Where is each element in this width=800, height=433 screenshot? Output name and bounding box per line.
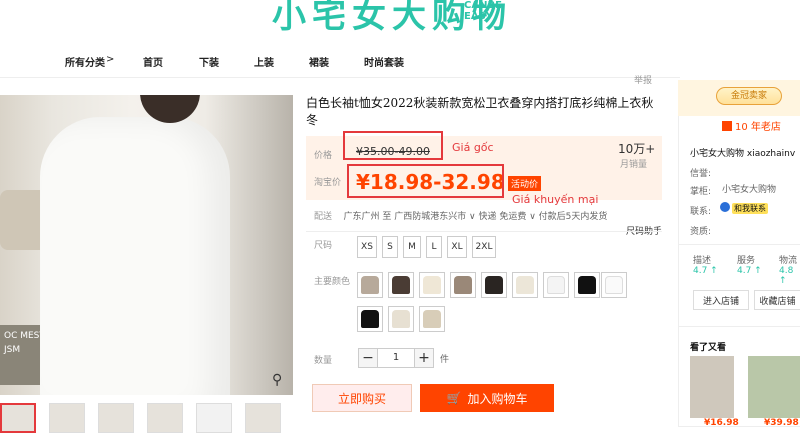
monthly-sales-label: 月销量 <box>620 160 648 170</box>
size-option[interactable]: M <box>403 236 421 258</box>
promo-price-label: 淘宝价 <box>314 178 342 188</box>
color-swatch[interactable] <box>419 306 445 332</box>
size-option[interactable]: XL <box>447 236 467 258</box>
seller-label: 掌柜: <box>690 187 712 197</box>
recommended-item-image[interactable] <box>748 356 800 418</box>
credit-label: 信誉: <box>690 169 712 179</box>
annotation-box-promo <box>347 164 504 198</box>
report-link[interactable]: 举报 <box>634 73 652 86</box>
annotation-box-original <box>343 131 443 160</box>
shop-age: 10 年老店 <box>722 118 781 133</box>
seen-also-title: 看了又看 <box>690 343 727 353</box>
chat-icon <box>720 202 730 212</box>
color-swatch[interactable] <box>357 306 383 332</box>
divider <box>306 231 662 232</box>
add-to-cart-button[interactable]: 🛒 加入购物车 <box>420 384 554 412</box>
size-label: 尺码 <box>314 241 333 251</box>
score-value: 4.8 ↑ <box>779 266 794 286</box>
score-label: 服务 <box>737 256 756 266</box>
chevron-right-icon: > <box>106 54 115 65</box>
nav-tops[interactable]: 上装 <box>254 54 274 69</box>
thumbnail[interactable] <box>245 403 281 433</box>
nav-fashion-sets[interactable]: 时尚套装 <box>364 54 404 69</box>
zoom-icon[interactable]: ⚲ <box>272 372 288 388</box>
quantity-unit: 件 <box>440 355 450 365</box>
product-main-image[interactable]: OC MEST JSM <box>0 95 293 395</box>
price-label: 价格 <box>314 151 333 161</box>
color-swatch[interactable] <box>543 272 569 298</box>
main-nav: 所有分类 > 首页 下装 上装 裙装 时尚套装 <box>0 46 800 74</box>
color-swatch[interactable] <box>419 272 445 298</box>
divider <box>678 326 800 327</box>
color-swatch[interactable] <box>388 272 414 298</box>
color-swatch[interactable] <box>512 272 538 298</box>
score-value: 4.7 ↑ <box>737 266 762 276</box>
color-swatch[interactable] <box>450 272 476 298</box>
size-option[interactable]: 2XL <box>472 236 496 258</box>
score-value: 4.7 ↑ <box>693 266 718 276</box>
color-swatch[interactable] <box>601 272 627 298</box>
divider <box>678 244 800 245</box>
seller-name[interactable]: 小宅女大购物 <box>722 182 776 195</box>
shop-logo-en: CANBE EASY <box>464 0 502 22</box>
color-swatch[interactable] <box>357 272 383 298</box>
thumbnail-strip <box>0 403 300 433</box>
shipping-row[interactable]: 配送 广东广州 至 广西防城港东兴市 ∨ 快递 免运费 ∨ 付款后5天内发货 <box>314 209 607 222</box>
color-swatch[interactable] <box>388 306 414 332</box>
buy-now-button[interactable]: 立即购买 <box>312 384 412 412</box>
promo-tag: 活动价 <box>508 176 542 191</box>
quantity-label: 数量 <box>314 356 333 366</box>
quantity-minus-button[interactable]: − <box>358 348 378 368</box>
annotation-original-price: Giá gốc <box>452 141 494 154</box>
nav-skirts[interactable]: 裙装 <box>309 54 329 69</box>
contact-seller-button[interactable]: 和我联系 <box>732 203 768 214</box>
cart-icon: 🛒 <box>446 391 462 405</box>
thumbnail[interactable] <box>49 403 85 433</box>
thumbnail[interactable] <box>0 403 36 433</box>
monthly-sales: 10万+ <box>618 142 656 156</box>
annotation-promo-price: Giá khuyến mại <box>512 193 599 206</box>
shop-age-icon <box>722 120 732 131</box>
product-title: 白色长袖t恤女2022秋装新款宽松卫衣叠穿内搭打底衫纯棉上衣秋冬 <box>306 96 654 127</box>
nav-bottoms[interactable]: 下装 <box>199 54 219 69</box>
thumbnail[interactable] <box>147 403 183 433</box>
color-swatch[interactable] <box>574 272 600 298</box>
shop-name[interactable]: 小宅女大购物 xiaozhainv <box>690 146 795 159</box>
nav-all-categories[interactable]: 所有分类 <box>65 54 105 69</box>
contact-label: 联系: <box>690 207 712 217</box>
quantity-input[interactable]: 1 <box>378 348 414 368</box>
enter-shop-button[interactable]: 进入店铺 <box>693 290 749 310</box>
recommended-item-image[interactable] <box>690 356 734 418</box>
color-swatch[interactable] <box>481 272 507 298</box>
product-shirt <box>40 117 230 395</box>
color-label: 主要颜色 <box>314 277 351 287</box>
size-option[interactable]: S <box>382 236 398 258</box>
nav-home[interactable]: 首页 <box>143 54 163 69</box>
size-option[interactable]: L <box>426 236 442 258</box>
favorite-shop-button[interactable]: 收藏店铺 <box>754 290 800 310</box>
thumbnail[interactable] <box>196 403 232 433</box>
quantity-plus-button[interactable]: + <box>414 348 434 368</box>
size-option[interactable]: XS <box>357 236 377 258</box>
gold-seller-badge: 金冠卖家 <box>716 87 782 105</box>
score-label: 描述 <box>693 256 712 266</box>
qualification-label: 资质: <box>690 227 712 237</box>
nav-divider <box>0 77 680 78</box>
thumbnail[interactable] <box>98 403 134 433</box>
score-label: 物流 <box>779 256 798 266</box>
